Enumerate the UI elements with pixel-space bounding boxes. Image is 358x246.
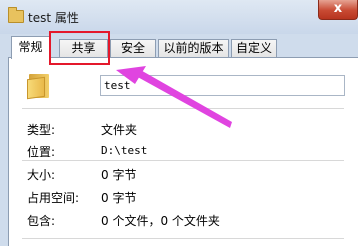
tab-security[interactable]: 安全	[110, 39, 156, 58]
type-label: 类型:	[27, 123, 56, 137]
size-on-disk-value: 0 字节	[101, 191, 137, 205]
contains-value: 0 个文件，0 个文件夹	[101, 214, 220, 228]
size-label: 大小:	[27, 168, 56, 182]
size-value: 0 字节	[101, 168, 137, 182]
folder-name-input[interactable]: test	[100, 75, 345, 96]
separator	[22, 160, 344, 161]
close-button[interactable]: x	[318, 0, 358, 20]
contains-label: 包含:	[27, 214, 56, 228]
location-label: 位置:	[27, 145, 56, 159]
location-value: D:\test	[101, 144, 148, 157]
folder-icon	[27, 70, 51, 100]
window-title: test 属性	[28, 11, 79, 25]
tab-general[interactable]: 常规	[11, 36, 50, 59]
separator	[22, 238, 344, 239]
highlight-box	[49, 31, 110, 65]
separator	[22, 108, 344, 109]
title-bar: test 属性 x	[0, 0, 358, 34]
tab-previous-versions[interactable]: 以前的版本	[158, 39, 229, 58]
type-value: 文件夹	[101, 123, 138, 137]
tab-customize[interactable]: 自定义	[231, 39, 277, 58]
folder-title-icon	[8, 7, 24, 23]
size-on-disk-label: 占用空间:	[27, 191, 80, 205]
